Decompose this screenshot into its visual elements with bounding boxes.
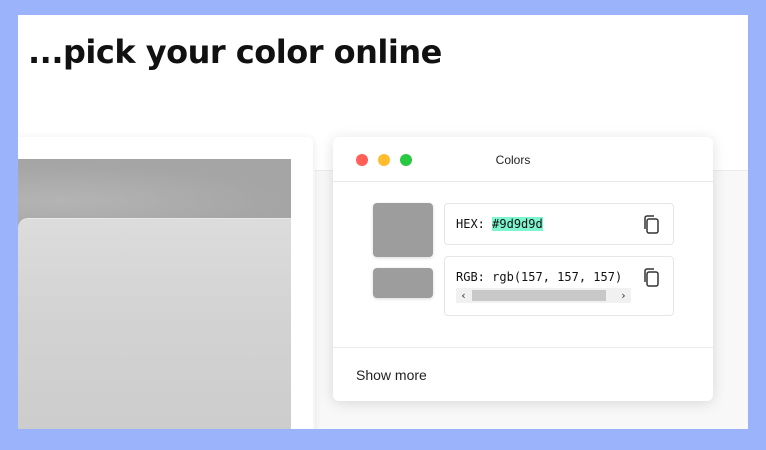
copy-icon[interactable] [641,267,661,289]
panel-titlebar: Colors [333,137,713,182]
color-swatch-small [373,268,433,298]
picked-image[interactable] [18,159,291,429]
rgb-code-line[interactable]: RGB: rgb(157, 157, 157) [456,270,632,284]
rgb-label: RGB: [456,270,485,284]
color-swatch-large [373,203,433,257]
scroll-right-arrow-icon[interactable]: › [616,288,631,303]
show-more-button[interactable]: Show more [356,367,427,383]
page: ...pick your color online Colors HEX: #9… [18,15,748,429]
image-surface [18,218,291,429]
copy-icon[interactable] [641,214,661,236]
hex-code-box: HEX: #9d9d9d [444,203,674,245]
panel-title: Colors [495,153,531,167]
scroll-left-arrow-icon[interactable]: ‹ [456,288,471,303]
colors-panel: Colors HEX: #9d9d9d RGB: rgb(157, 157, 1… [333,137,713,401]
rgb-horizontal-scrollbar[interactable]: ‹ › [456,288,631,303]
panel-divider [333,347,713,348]
hex-value[interactable]: #9d9d9d [492,217,543,231]
rgb-value[interactable]: rgb(157, 157, 157) [492,270,622,284]
page-headline: ...pick your color online [28,33,442,71]
scrollbar-thumb[interactable] [472,290,606,301]
hex-label: HEX: [456,217,485,231]
hex-code-line[interactable]: HEX: #9d9d9d [456,217,543,231]
rgb-code-box: RGB: rgb(157, 157, 157) ‹ › [444,256,674,316]
